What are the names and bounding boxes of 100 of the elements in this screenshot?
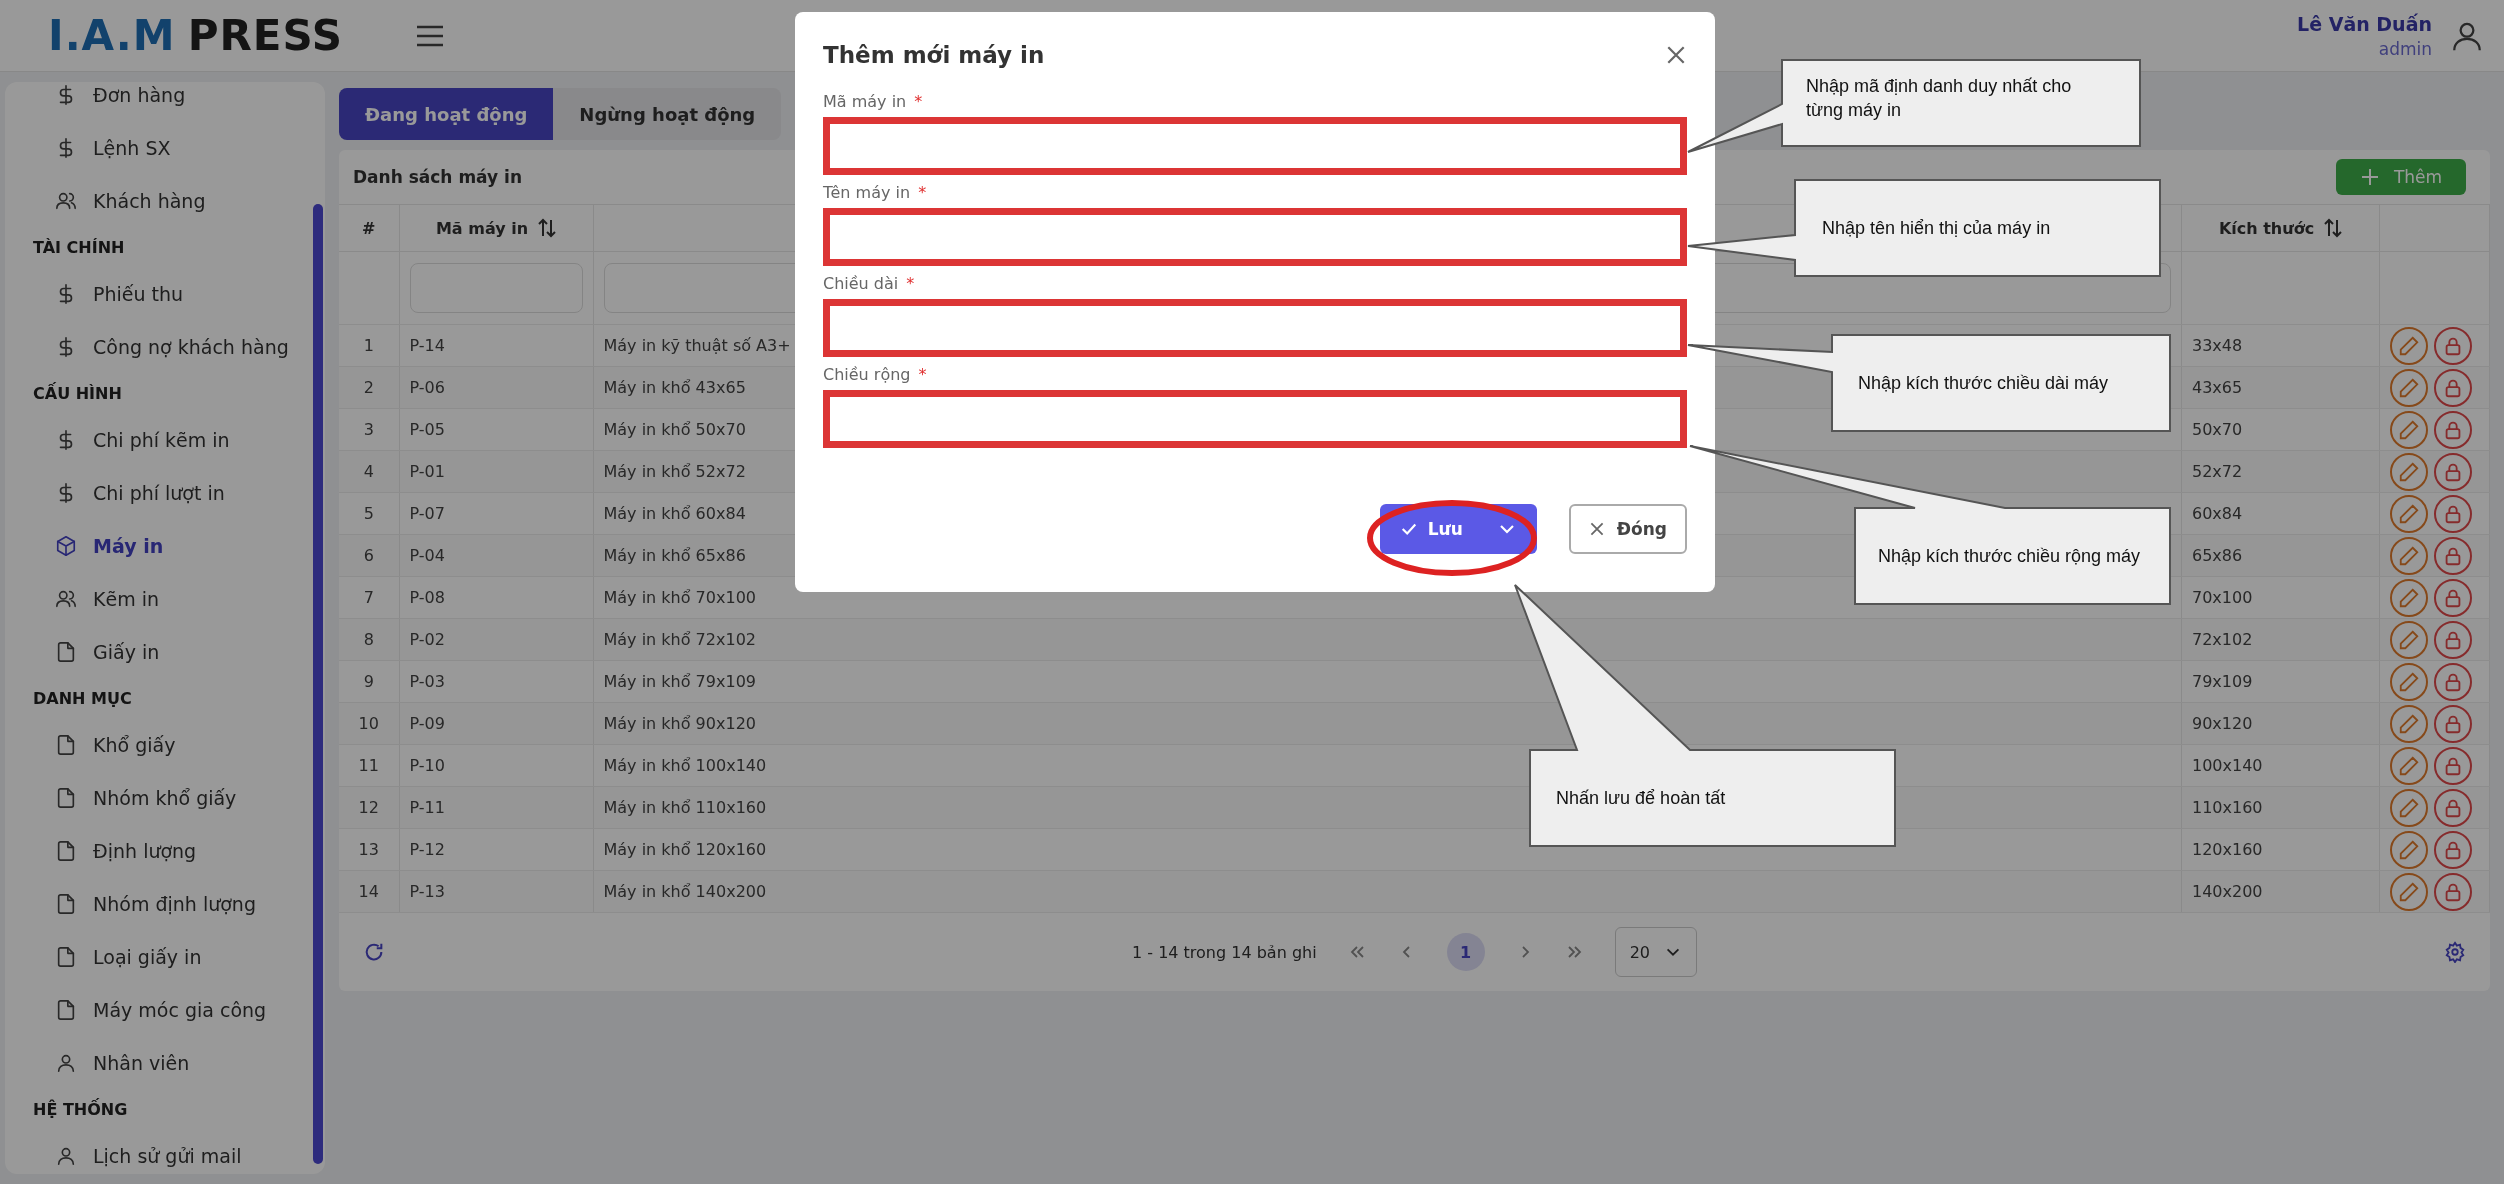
edit-button[interactable]: [2390, 788, 2428, 827]
sidebar-item[interactable]: Đơn hàng: [5, 82, 313, 121]
table-cell: 60x84: [2192, 504, 2243, 523]
lock-button[interactable]: [2434, 662, 2472, 701]
file-icon: [55, 640, 77, 663]
sidebar-item[interactable]: Định lượng: [5, 824, 313, 877]
lock-button[interactable]: [2434, 620, 2472, 659]
input-field[interactable]: [823, 208, 1687, 266]
pencil-icon: [2398, 880, 2420, 903]
sidebar-item[interactable]: Lệnh SX: [5, 121, 313, 174]
sidebar-item[interactable]: Nhân viên: [5, 1036, 313, 1089]
row-number: 2: [363, 378, 374, 397]
field-label: Chiều rộng: [823, 365, 911, 384]
sidebar-item[interactable]: Lịch sử gửi mail: [5, 1129, 313, 1174]
row-number: 10: [358, 714, 379, 733]
lock-button[interactable]: [2434, 494, 2472, 533]
page-size-select[interactable]: 20: [1614, 927, 1697, 977]
sidebar-item[interactable]: Giấy in: [5, 625, 313, 678]
row-number: 5: [363, 504, 374, 523]
table-cell: Máy in khổ 72x102: [603, 630, 756, 649]
edit-button[interactable]: [2390, 452, 2428, 491]
edit-button[interactable]: [2390, 368, 2428, 407]
sidebar-section-title: TÀI CHÍNH: [32, 236, 126, 259]
pencil-icon: [2398, 796, 2420, 819]
column-header: Mã máy in: [435, 218, 529, 238]
field-label: Chiều dài: [823, 274, 899, 293]
sidebar-item[interactable]: Loại giấy in: [5, 930, 313, 983]
table-cell: Máy in khổ 140x200: [603, 882, 767, 901]
tab[interactable]: Ngừng hoạt động: [553, 88, 782, 140]
edit-button[interactable]: [2390, 326, 2428, 365]
sort-icon[interactable]: [2324, 218, 2343, 238]
lock-button[interactable]: [2434, 872, 2472, 911]
input-field[interactable]: [823, 390, 1687, 448]
table-cell: Máy in khổ 65x86: [603, 546, 746, 565]
callout-text: Nhấn lưu để hoàn tất: [1556, 787, 1727, 810]
sidebar-item[interactable]: Công nợ khách hàng: [5, 320, 313, 373]
table-cell: P-05: [409, 420, 445, 439]
close-icon[interactable]: [1665, 44, 1687, 66]
table-cell: 33x48: [2192, 336, 2243, 355]
table-cell: P-08: [409, 588, 445, 607]
sidebar-item[interactable]: Nhóm khổ giấy: [5, 771, 313, 824]
table-cell: 72x102: [2192, 630, 2253, 649]
table-cell: 52x72: [2192, 462, 2243, 481]
lock-button[interactable]: [2434, 746, 2472, 785]
plus-icon: [2359, 167, 2380, 187]
sidebar-item[interactable]: Chi phí kẽm in: [5, 413, 313, 466]
file-icon: [55, 998, 77, 1021]
tab[interactable]: Đang hoạt động: [339, 88, 554, 140]
settings-icon[interactable]: [2444, 941, 2466, 963]
edit-button[interactable]: [2390, 494, 2428, 533]
sidebar-item[interactable]: Máy in: [5, 519, 313, 572]
edit-button[interactable]: [2390, 578, 2428, 617]
input-field[interactable]: [823, 299, 1687, 357]
lock-button[interactable]: [2434, 788, 2472, 827]
input-field[interactable]: [823, 117, 1687, 175]
sidebar-item[interactable]: Nhóm định lượng: [5, 877, 313, 930]
field-label: Mã máy in: [823, 92, 907, 111]
page-button[interactable]: 1: [1446, 933, 1485, 971]
row-number: 6: [363, 546, 374, 565]
sidebar-item[interactable]: Chi phí lượt in: [5, 466, 313, 519]
lock-button[interactable]: [2434, 368, 2472, 407]
pencil-icon: [2398, 334, 2420, 357]
row-number: 7: [363, 588, 374, 607]
scrollbar-thumb[interactable]: [313, 204, 323, 1164]
sidebar-section-title: CẤU HÌNH: [32, 381, 123, 405]
edit-button[interactable]: [2390, 620, 2428, 659]
close-button[interactable]: Đóng: [1568, 504, 1687, 554]
table-cell: Máy in kỹ thuật số A3+: [603, 336, 791, 355]
table-cell: Máy in khổ 90x120: [603, 714, 756, 733]
edit-button[interactable]: [2390, 746, 2428, 785]
lock-button[interactable]: [2434, 410, 2472, 449]
lock-button[interactable]: [2434, 830, 2472, 869]
file-icon: [55, 733, 77, 756]
cube-icon: [55, 534, 77, 557]
sidebar-item[interactable]: Khách hàng: [5, 174, 313, 227]
menu-icon[interactable]: [415, 23, 446, 48]
refresh-icon[interactable]: [363, 941, 385, 963]
lock-button[interactable]: [2434, 704, 2472, 743]
lock-button[interactable]: [2434, 536, 2472, 575]
sidebar-item[interactable]: Máy móc gia công: [5, 983, 313, 1036]
sort-icon[interactable]: [538, 218, 557, 238]
edit-button[interactable]: [2390, 662, 2428, 701]
table-cell: P-01: [409, 462, 445, 481]
table-cell: Máy in khổ 50x70: [603, 420, 746, 439]
lock-button[interactable]: [2434, 452, 2472, 491]
pencil-icon: [2398, 376, 2420, 399]
edit-button[interactable]: [2390, 704, 2428, 743]
lock-button[interactable]: [2434, 578, 2472, 617]
sidebar-item[interactable]: Phiếu thu: [5, 267, 313, 320]
table-cell: P-09: [409, 714, 445, 733]
edit-button[interactable]: [2390, 872, 2428, 911]
sidebar-item[interactable]: Khổ giấy: [5, 718, 313, 771]
lock-button[interactable]: [2434, 326, 2472, 365]
table-cell: Máy in khổ 70x100: [603, 588, 756, 607]
sidebar-item[interactable]: Kẽm in: [5, 572, 313, 625]
edit-button[interactable]: [2390, 536, 2428, 575]
edit-button[interactable]: [2390, 410, 2428, 449]
table-cell: Máy in khổ 60x84: [603, 504, 746, 523]
edit-button[interactable]: [2390, 830, 2428, 869]
callout-text: Nhập kích thước chiều dài máy: [1858, 372, 2109, 395]
